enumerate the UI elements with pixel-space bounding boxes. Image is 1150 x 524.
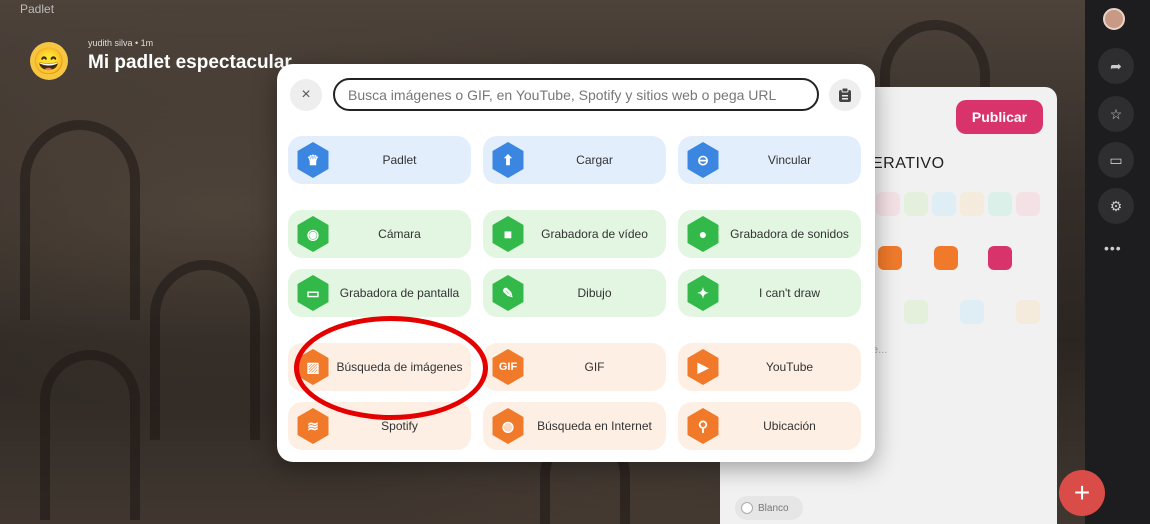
hex-pattern-cell xyxy=(1016,300,1040,324)
location-pin-icon: ⚲ xyxy=(687,408,719,444)
highlight-annotation-ellipse xyxy=(294,316,488,420)
share-arrow-icon: ➦ xyxy=(1110,57,1122,74)
microphone-icon: ● xyxy=(687,216,719,252)
close-icon: × xyxy=(301,86,311,103)
tile-label: Cargar xyxy=(576,153,613,167)
tile-label: Grabadora de sonidos xyxy=(730,227,849,241)
upload-icon: ⬆ xyxy=(492,142,524,178)
tile-padlet[interactable]: ♛ Padlet xyxy=(288,136,471,184)
tile-label: Ubicación xyxy=(763,419,816,433)
hex-pattern-cell xyxy=(904,300,928,324)
globe-icon: ◍ xyxy=(492,408,524,444)
search-input[interactable] xyxy=(333,78,819,111)
tile-label: GIF xyxy=(584,360,605,374)
hex-pattern-cell xyxy=(932,192,956,216)
tile-brush[interactable]: ✎ Dibujo xyxy=(483,269,666,317)
brush-icon: ✎ xyxy=(492,275,524,311)
background-option[interactable]: Blanco xyxy=(735,496,803,520)
tile-microphone[interactable]: ● Grabadora de sonidos xyxy=(678,210,861,258)
hex-pattern-cell xyxy=(1016,192,1040,216)
slideshow-button[interactable]: ▭ xyxy=(1098,142,1134,178)
tile-label: Cámara xyxy=(378,227,421,241)
tile-label: Grabadora de vídeo xyxy=(541,227,648,241)
tile-upload[interactable]: ⬆ Cargar xyxy=(483,136,666,184)
tile-label: Padlet xyxy=(382,153,417,167)
tile-label: Búsqueda en Internet xyxy=(537,419,652,433)
gif-icon: GIF xyxy=(492,349,524,385)
tile-label: Grabadora de pantalla xyxy=(339,286,460,300)
link-hex-icon xyxy=(878,246,902,270)
screen-recorder-icon: ▭ xyxy=(297,275,329,311)
tile-link[interactable]: ⊖ Vincular xyxy=(678,136,861,184)
tile-label: YouTube xyxy=(765,360,814,374)
user-avatar[interactable] xyxy=(1103,8,1125,30)
tile-label: Vincular xyxy=(767,153,812,167)
link-icon: ⊖ xyxy=(687,142,719,178)
publish-button[interactable]: Publicar xyxy=(956,100,1043,134)
more-options-icon[interactable]: ••• xyxy=(1104,240,1122,256)
add-post-button[interactable]: + xyxy=(1059,470,1105,516)
star-icon: ☆ xyxy=(1109,105,1123,122)
padlet-logo[interactable]: Padlet xyxy=(20,2,54,16)
hex-pattern-cell xyxy=(960,192,984,216)
spotify-icon: ≋ xyxy=(297,408,329,444)
tile-sparkle[interactable]: ✦ I can't draw xyxy=(678,269,861,317)
hex-pattern-cell xyxy=(876,192,900,216)
more-hex-icon[interactable] xyxy=(988,246,1012,270)
tile-label: I can't draw xyxy=(759,286,820,300)
tile-gif[interactable]: GIF GIF xyxy=(483,343,666,391)
hex-pattern-cell xyxy=(960,300,984,324)
youtube-icon: ▶ xyxy=(687,349,719,385)
tile-camera[interactable]: ◉ Cámara xyxy=(288,210,471,258)
sparkle-icon: ✦ xyxy=(687,275,719,311)
gear-icon: ⚙ xyxy=(1109,197,1123,214)
close-button[interactable]: × xyxy=(290,79,322,111)
slideshow-icon: ▭ xyxy=(1109,151,1123,168)
author-line: yudith silva • 1m xyxy=(88,38,154,48)
settings-button[interactable]: ⚙ xyxy=(1098,188,1134,224)
clipboard-icon xyxy=(839,87,851,102)
tile-youtube[interactable]: ▶ YouTube xyxy=(678,343,861,391)
favorite-button[interactable]: ☆ xyxy=(1098,96,1134,132)
camera-icon: ◉ xyxy=(297,216,329,252)
tile-location-pin[interactable]: ⚲ Ubicación xyxy=(678,402,861,450)
background-option-label: Blanco xyxy=(758,502,789,514)
post-heading: ERATIVO xyxy=(872,155,945,172)
hex-pattern-cell xyxy=(904,192,928,216)
share-button[interactable]: ➦ xyxy=(1098,48,1134,84)
padlet-icon: ♛ xyxy=(297,142,329,178)
board-title[interactable]: Mi padlet espectacular xyxy=(88,52,292,74)
tile-video-camera[interactable]: ■ Grabadora de vídeo xyxy=(483,210,666,258)
paste-clipboard-button[interactable] xyxy=(829,79,861,111)
video-camera-icon: ■ xyxy=(492,216,524,252)
tile-screen-recorder[interactable]: ▭ Grabadora de pantalla xyxy=(288,269,471,317)
tile-label: Dibujo xyxy=(577,286,612,300)
hex-pattern-cell xyxy=(988,192,1012,216)
board-emoji-icon[interactable]: 😄 xyxy=(30,42,68,80)
radio-icon xyxy=(741,502,753,514)
tile-globe[interactable]: ◍ Búsqueda en Internet xyxy=(483,402,666,450)
image-hex-icon xyxy=(934,246,958,270)
